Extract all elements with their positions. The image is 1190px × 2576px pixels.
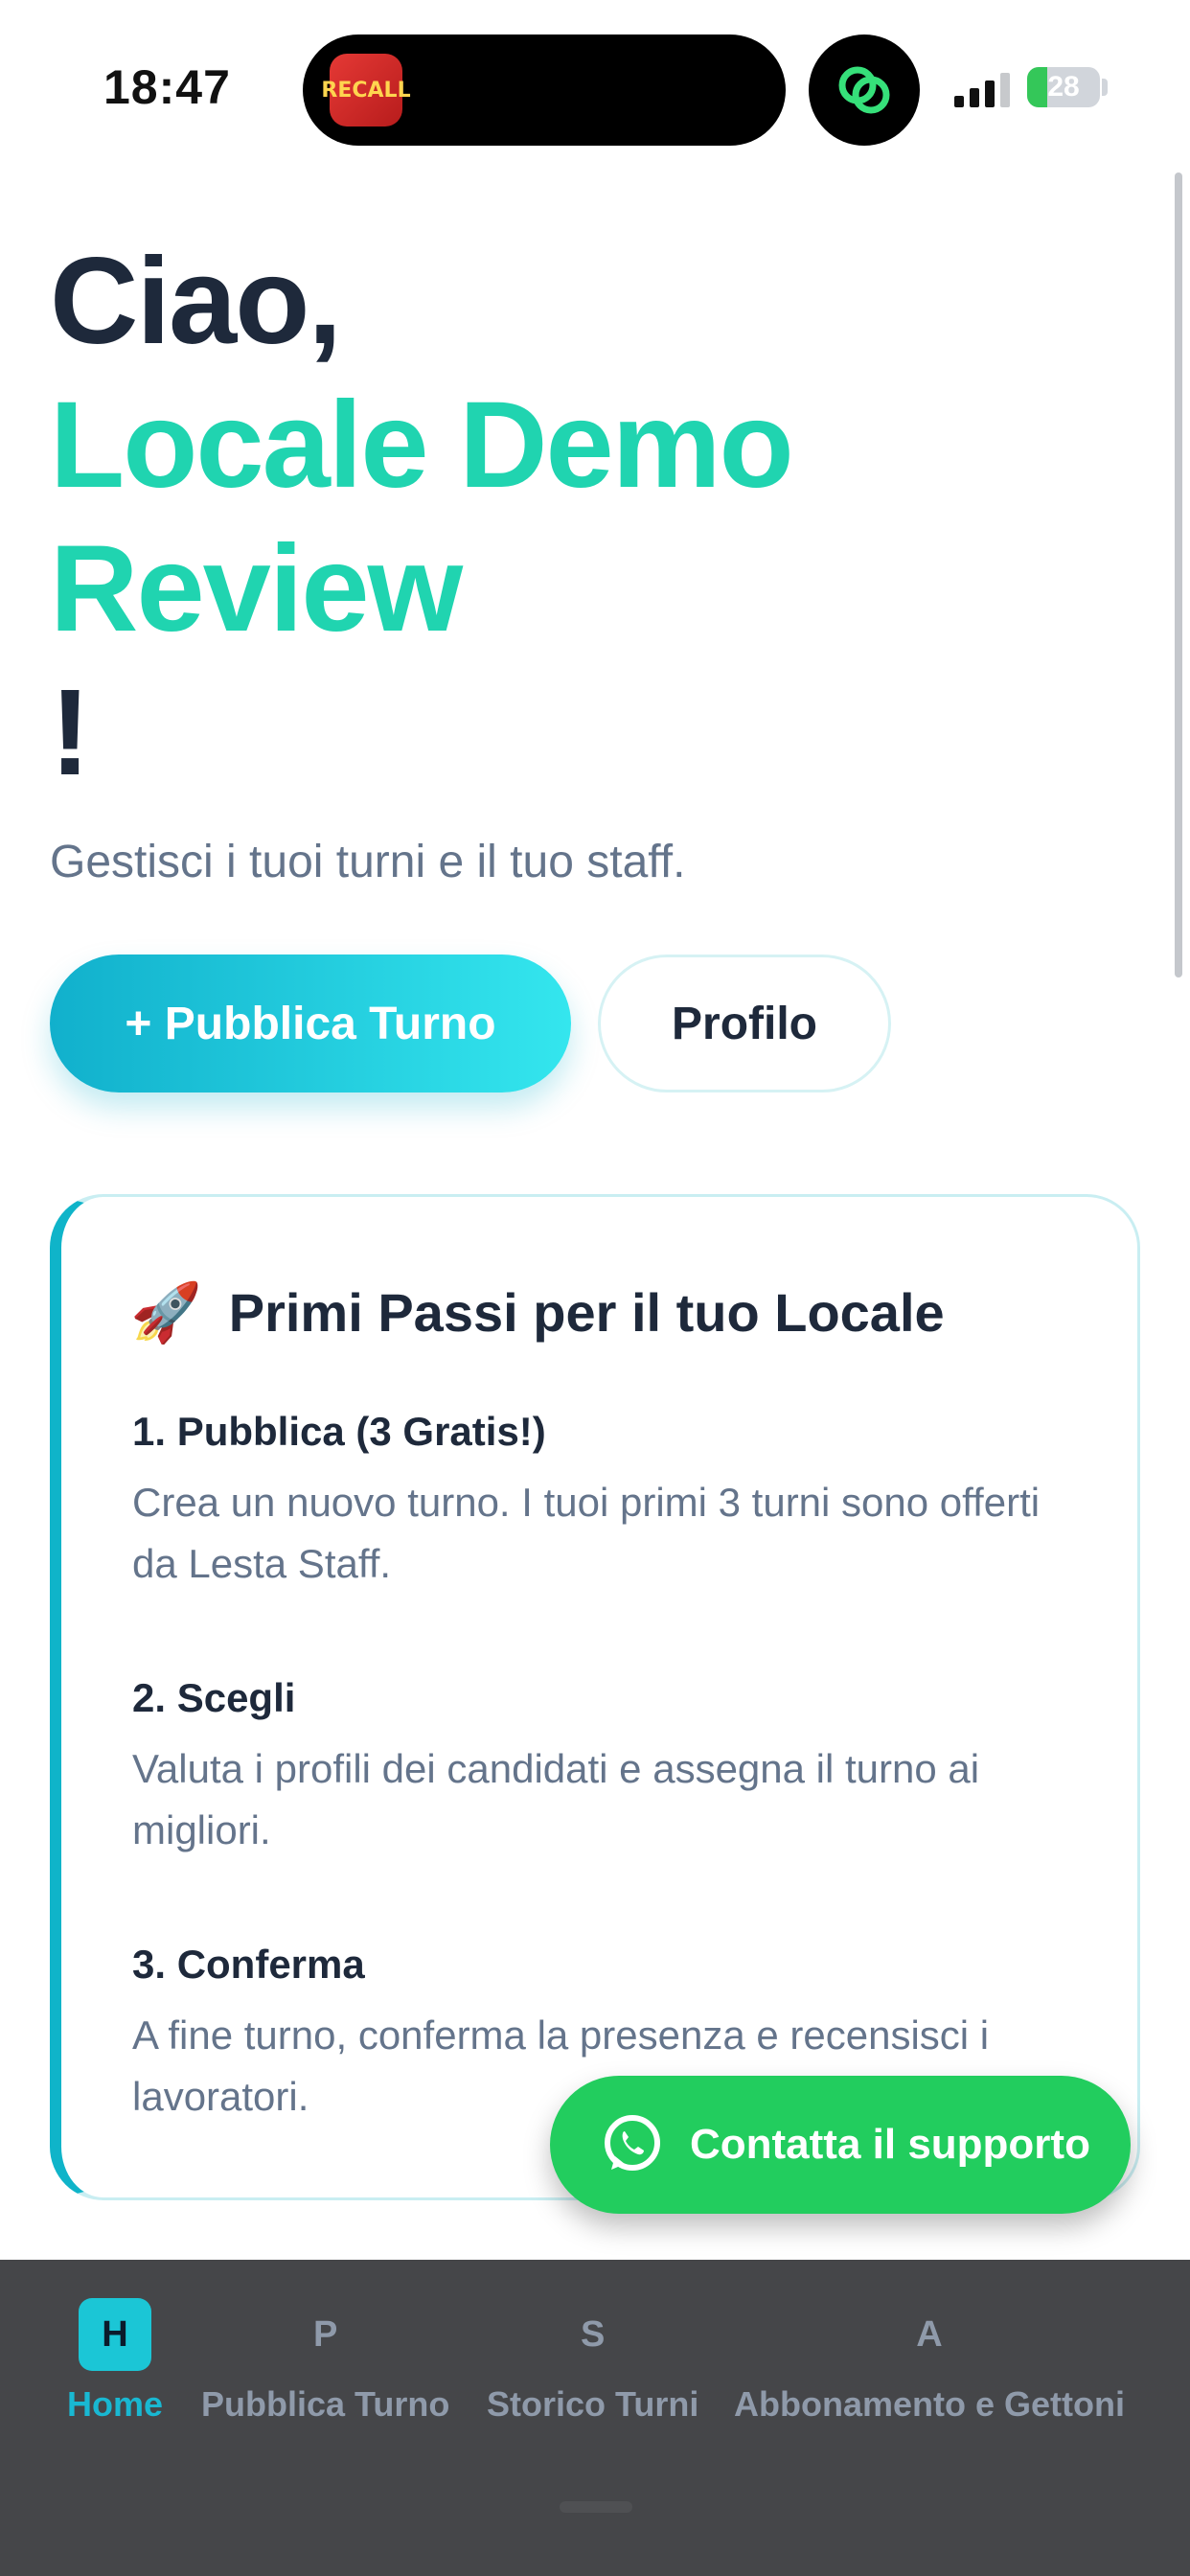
battery-icon: 28 bbox=[1027, 67, 1100, 107]
step-title: 3. Conferma bbox=[132, 1942, 365, 1987]
contact-support-button[interactable]: Contatta il supporto bbox=[550, 2076, 1131, 2214]
step-title: 2. Scegli bbox=[132, 1675, 296, 1720]
signal-icon bbox=[954, 69, 1012, 107]
nav-label: Pubblica Turno bbox=[201, 2384, 450, 2424]
history-icon: S bbox=[580, 2313, 606, 2355]
recall-app-icon[interactable]: RECALL bbox=[321, 54, 411, 126]
home-icon: H bbox=[79, 2298, 152, 2371]
step-description: Crea un nuovo turno. I tuoi primi 3 turn… bbox=[132, 1480, 1041, 1586]
scrollbar[interactable] bbox=[1175, 172, 1182, 978]
step-description: Valuta i profili dei candidati e assegna… bbox=[132, 1746, 980, 1852]
venue-name-line2: Review bbox=[50, 520, 463, 657]
bottom-navigation: H Home P Pubblica Turno S Storico Turni … bbox=[0, 2260, 1190, 2576]
step-publish: 1. Pubblica (3 Gratis!) Crea un nuovo tu… bbox=[132, 1409, 1071, 1595]
nav-label: Home bbox=[67, 2384, 164, 2424]
greeting-heading: Ciao, Locale Demo Review ! bbox=[50, 230, 794, 805]
step-title: 1. Pubblica (3 Gratis!) bbox=[132, 1409, 546, 1454]
home-indicator[interactable] bbox=[560, 2501, 632, 2513]
status-time: 18:47 bbox=[103, 60, 231, 114]
link-icon bbox=[809, 34, 920, 146]
card-title: 🚀 Primi Passi per il tuo Locale bbox=[130, 1278, 945, 1346]
greeting-exclamation: ! bbox=[50, 664, 91, 801]
publish-shift-button[interactable]: + Pubblica Turno bbox=[50, 954, 571, 1092]
whatsapp-icon bbox=[605, 2115, 660, 2171]
status-bar: 18:47 RECALL 28 bbox=[0, 0, 1190, 172]
battery-cap bbox=[1102, 79, 1108, 96]
card-title-text: Primi Passi per il tuo Locale bbox=[228, 1282, 945, 1343]
nav-label: Abbonamento e Gettoni bbox=[734, 2384, 1125, 2424]
nav-item-publish[interactable]: P Pubblica Turno bbox=[201, 2298, 449, 2425]
greeting-hello: Ciao, bbox=[50, 233, 342, 370]
nav-item-history[interactable]: S Storico Turni bbox=[487, 2298, 698, 2425]
battery-percent: 28 bbox=[1047, 71, 1080, 103]
page-subtitle: Gestisci i tuoi turni e il tuo staff. bbox=[50, 837, 686, 887]
step-choose: 2. Scegli Valuta i profili dei candidati… bbox=[132, 1675, 1071, 1861]
profile-button[interactable]: Profilo bbox=[598, 954, 891, 1092]
rocket-icon: 🚀 bbox=[130, 1280, 202, 1345]
venue-name-line1: Locale Demo bbox=[50, 377, 794, 514]
nav-item-subscription[interactable]: A Abbonamento e Gettoni bbox=[734, 2298, 1125, 2425]
nav-label: Storico Turni bbox=[487, 2384, 699, 2424]
dynamic-island: RECALL bbox=[303, 34, 786, 146]
publish-icon: P bbox=[312, 2313, 338, 2355]
subscription-icon: A bbox=[916, 2313, 943, 2355]
contact-support-label: Contatta il supporto bbox=[690, 2121, 1090, 2168]
app-screen: 18:47 RECALL 28 Ciao, Locale Demo Review… bbox=[0, 0, 1190, 2576]
nav-item-home[interactable]: H Home bbox=[67, 2298, 163, 2425]
